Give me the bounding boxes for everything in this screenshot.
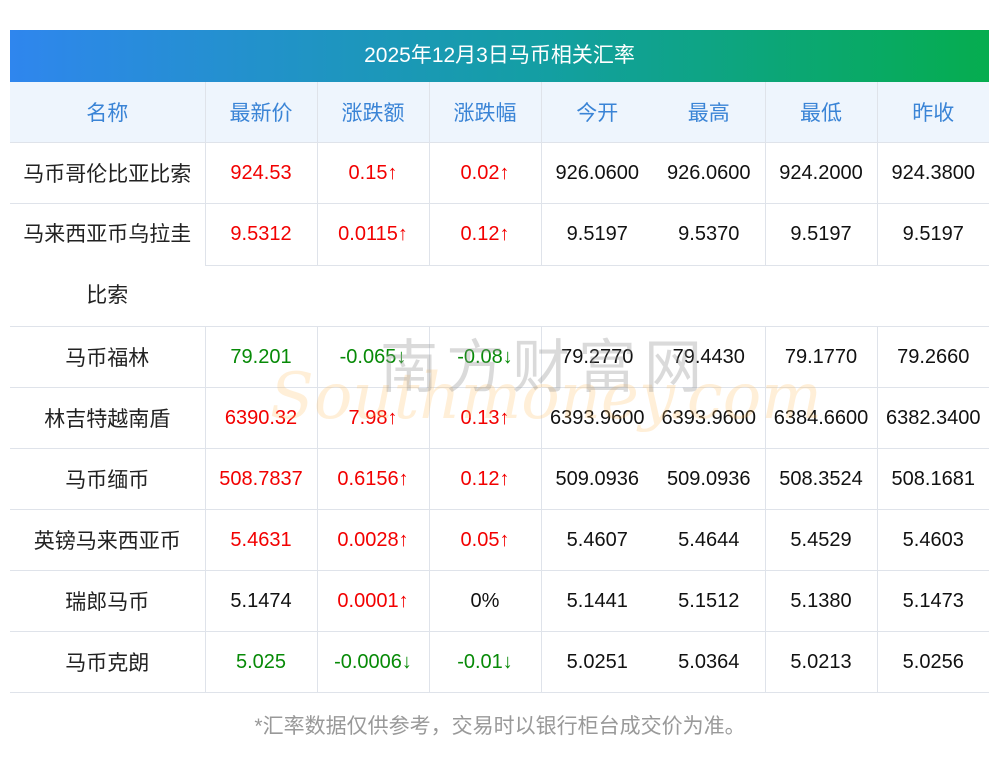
cell-open: 6393.9600 <box>540 387 653 449</box>
cell-high: 9.5370 <box>653 203 765 266</box>
table-row: 马来西亚币乌拉圭比索 9.5312 0.0115↑ 0.12↑ 9.5197 9.5370… <box>10 203 989 327</box>
cell-change: 0.0028↑ <box>316 509 429 571</box>
cell-open: 5.0251 <box>540 631 653 693</box>
cell-latest: 508.7837 <box>204 448 317 510</box>
col-change: 涨跌额 <box>316 82 429 143</box>
cell-low: 508.3524 <box>764 448 877 510</box>
cell-latest: 5.025 <box>204 631 317 693</box>
cell-high: 5.1512 <box>653 570 765 632</box>
cell-open: 79.2770 <box>540 326 653 388</box>
cell-change: 0.15↑ <box>316 142 429 204</box>
col-high: 最高 <box>653 82 765 143</box>
table-row: 马币哥伦比亚比索 924.53 0.15↑ 0.02↑ 926.0600 926.0600… <box>10 142 989 204</box>
table-row: 马币克朗 5.025 -0.0006↓ -0.01↓ 5.0251 5.0364 5.021… <box>10 631 989 693</box>
table-row: 林吉特越南盾 6390.32 7.98↑ 0.13↑ 6393.9600 6393.960… <box>10 387 989 449</box>
footnote: *汇率数据仅供参考，交易时以银行柜台成交价为准。 <box>254 715 746 738</box>
cell-prev: 5.4603 <box>876 509 989 571</box>
exchange-rate-table: 名称 最新价 涨跌额 涨跌幅 今开 最高 最低 昨收 马币哥伦比亚比索 924.5… <box>10 82 989 693</box>
currency-pair-name: 马币福林 <box>10 326 205 388</box>
cell-high: 6393.9600 <box>653 387 765 449</box>
cell-pct: 0.12↑ <box>428 203 541 266</box>
cell-low: 79.1770 <box>764 326 877 388</box>
table-row: 英镑马来西亚币 5.4631 0.0028↑ 0.05↑ 5.4607 5.4644 5.4… <box>10 509 989 571</box>
cell-latest: 5.1474 <box>204 570 317 632</box>
cell-change: -0.065↓ <box>316 326 429 388</box>
cell-high: 5.0364 <box>653 631 765 693</box>
col-latest: 最新价 <box>204 82 317 143</box>
col-name: 名称 <box>10 82 205 143</box>
col-open: 今开 <box>540 82 653 143</box>
currency-pair-name: 马来西亚币乌拉圭比索 <box>10 203 205 327</box>
currency-pair-name: 瑞郎马币 <box>10 570 205 632</box>
empty-cell <box>205 265 989 327</box>
cell-prev: 924.3800 <box>876 142 989 204</box>
cell-pct: -0.01↓ <box>428 631 541 693</box>
currency-pair-name: 马币缅币 <box>10 448 205 510</box>
cell-change: 7.98↑ <box>316 387 429 449</box>
cell-low: 6384.6600 <box>764 387 877 449</box>
cell-low: 5.4529 <box>764 509 877 571</box>
currency-pair-name: 马币克朗 <box>10 631 205 693</box>
cell-open: 926.0600 <box>540 142 653 204</box>
cell-pct: 0.05↑ <box>428 509 541 571</box>
col-prev: 昨收 <box>876 82 989 143</box>
cell-low: 924.2000 <box>764 142 877 204</box>
cell-change: 0.6156↑ <box>316 448 429 510</box>
cell-low: 5.0213 <box>764 631 877 693</box>
table-row: 马币福林 79.201 -0.065↓ -0.08↓ 79.2770 79.4430 79.… <box>10 326 989 388</box>
cell-high: 509.0936 <box>653 448 765 510</box>
cell-latest: 5.4631 <box>204 509 317 571</box>
cell-latest: 9.5312 <box>204 203 317 266</box>
cell-prev: 508.1681 <box>876 448 989 510</box>
cell-pct: -0.08↓ <box>428 326 541 388</box>
cell-open: 5.1441 <box>540 570 653 632</box>
table-row: 瑞郎马币 5.1474 0.0001↑ 0% 5.1441 5.1512 5.1380 5.1… <box>10 570 989 632</box>
currency-pair-name: 林吉特越南盾 <box>10 387 205 449</box>
cell-low: 5.1380 <box>764 570 877 632</box>
table-row: 马币缅币 508.7837 0.6156↑ 0.12↑ 509.0936 509.0936… <box>10 448 989 510</box>
table-title: 2025年12月3日马币相关汇率 <box>10 30 989 82</box>
currency-pair-name: 马币哥伦比亚比索 <box>10 142 205 204</box>
cell-latest: 924.53 <box>204 142 317 204</box>
cell-open: 9.5197 <box>540 203 653 266</box>
cell-high: 5.4644 <box>653 509 765 571</box>
cell-low: 9.5197 <box>764 203 877 266</box>
cell-high: 926.0600 <box>653 142 765 204</box>
cell-pct: 0.12↑ <box>428 448 541 510</box>
cell-high: 79.4430 <box>653 326 765 388</box>
cell-prev: 79.2660 <box>876 326 989 388</box>
cell-open: 5.4607 <box>540 509 653 571</box>
cell-pct: 0.02↑ <box>428 142 541 204</box>
col-low: 最低 <box>764 82 877 143</box>
cell-open: 509.0936 <box>540 448 653 510</box>
cell-pct: 0.13↑ <box>428 387 541 449</box>
col-pct: 涨跌幅 <box>428 82 541 143</box>
cell-prev: 5.0256 <box>876 631 989 693</box>
cell-latest: 6390.32 <box>204 387 317 449</box>
cell-change: 0.0001↑ <box>316 570 429 632</box>
cell-prev: 6382.3400 <box>876 387 989 449</box>
cell-change: -0.0006↓ <box>316 631 429 693</box>
cell-pct: 0% <box>428 570 541 632</box>
cell-latest: 79.201 <box>204 326 317 388</box>
cell-prev: 9.5197 <box>876 203 989 266</box>
currency-pair-name: 英镑马来西亚币 <box>10 509 205 571</box>
header-row: 名称 最新价 涨跌额 涨跌幅 今开 最高 最低 昨收 <box>10 82 989 143</box>
cell-prev: 5.1473 <box>876 570 989 632</box>
cell-change: 0.0115↑ <box>316 203 429 266</box>
